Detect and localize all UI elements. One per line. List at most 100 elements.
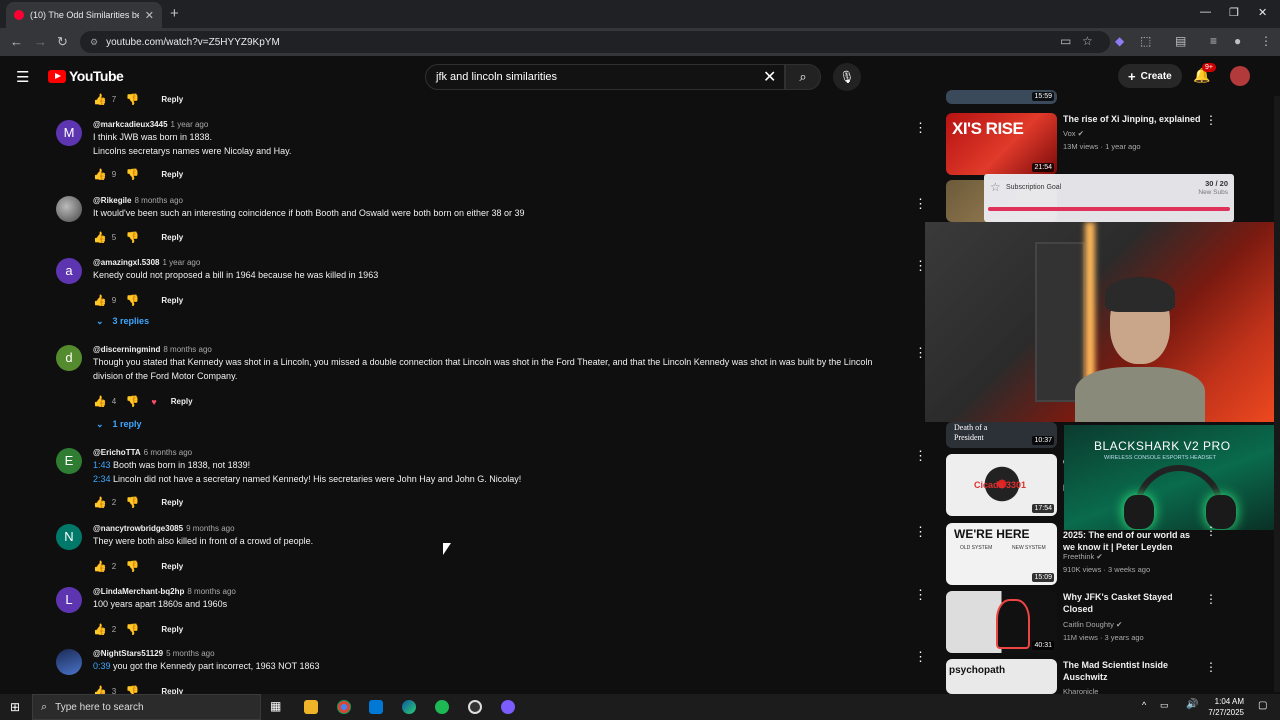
video-title[interactable]: 2025: The end of our world as we know it… xyxy=(1063,529,1203,553)
edge-icon[interactable] xyxy=(402,700,416,714)
comment-author[interactable]: @markcadieux3445 xyxy=(93,120,168,129)
dislike-icon[interactable]: 👎 xyxy=(126,623,140,636)
video-more-icon[interactable]: ⋮ xyxy=(1205,592,1217,606)
like-icon[interactable]: 👍 xyxy=(93,93,107,106)
reply-button[interactable]: Reply xyxy=(171,397,193,406)
reply-button[interactable]: Reply xyxy=(161,562,183,571)
create-button[interactable]: + Create xyxy=(1118,64,1182,88)
avatar[interactable] xyxy=(56,649,82,675)
browser-tab[interactable]: (10) The Odd Similarities betwe ✕ xyxy=(6,2,162,28)
page-scrollbar[interactable] xyxy=(1274,96,1280,692)
network-icon[interactable]: ▭ xyxy=(1160,700,1169,711)
video-thumbnail[interactable]: 40:31 xyxy=(946,591,1057,653)
avatar[interactable]: E xyxy=(56,448,82,474)
extensions-puzzle-icon[interactable]: ⬚ xyxy=(1140,34,1151,48)
forward-icon[interactable]: → xyxy=(34,34,47,49)
cast-icon[interactable]: ▭ xyxy=(1060,34,1071,48)
comment-time[interactable]: 1 year ago xyxy=(171,120,209,129)
like-icon[interactable]: 👍 xyxy=(93,623,107,636)
video-title[interactable]: The rise of Xi Jinping, explained xyxy=(1063,113,1203,125)
timestamp-link[interactable]: 2:34 xyxy=(93,474,111,484)
avatar[interactable]: N xyxy=(56,524,82,550)
volume-icon[interactable]: 🔊 xyxy=(1186,699,1198,710)
taskbar-clock[interactable]: 1:04 AM 7/27/2025 xyxy=(1204,696,1244,718)
comment-more-icon[interactable]: ⋮ xyxy=(914,524,927,540)
video-thumbnail[interactable]: WE'RE HERE OLD SYSTEM NEW SYSTEM 15:09 xyxy=(946,523,1057,585)
comment-time[interactable]: 9 months ago xyxy=(186,524,234,533)
video-thumbnail[interactable]: 15:59 xyxy=(946,90,1057,104)
voice-search-button[interactable]: 🎙 xyxy=(833,63,861,91)
view-replies-button[interactable]: ⌄ 1 reply xyxy=(96,419,142,430)
task-view-icon[interactable]: ▦ xyxy=(270,699,281,713)
video-more-icon[interactable]: ⋮ xyxy=(1205,660,1217,674)
like-icon[interactable]: 👍 xyxy=(93,395,107,408)
dislike-icon[interactable]: 👎 xyxy=(126,395,140,408)
file-explorer-icon[interactable] xyxy=(304,700,318,714)
avatar[interactable]: d xyxy=(56,345,82,371)
comment-time[interactable]: 8 months ago xyxy=(187,587,235,596)
reload-icon[interactable]: ↻ xyxy=(57,34,68,50)
extension-icon[interactable]: ◆ xyxy=(1115,34,1124,48)
video-title[interactable]: The Mad Scientist Inside Auschwitz xyxy=(1063,659,1203,683)
obs-icon[interactable] xyxy=(468,700,482,714)
site-info-icon[interactable]: ⚙ xyxy=(90,37,98,48)
reply-button[interactable]: Reply xyxy=(161,170,183,179)
comment-more-icon[interactable]: ⋮ xyxy=(914,587,927,603)
dislike-icon[interactable]: 👎 xyxy=(126,496,140,509)
spotify-icon[interactable] xyxy=(435,700,449,714)
hamburger-menu-icon[interactable]: ☰ xyxy=(16,68,29,86)
comment-time[interactable]: 6 months ago xyxy=(144,448,192,457)
comment-more-icon[interactable]: ⋮ xyxy=(914,196,927,212)
video-title[interactable]: Why JFK's Casket Stayed Closed xyxy=(1063,591,1203,615)
video-thumbnail[interactable]: Cicada 3301 17:54 xyxy=(946,454,1057,516)
taskbar-search-input[interactable]: ⌕ Type here to search xyxy=(32,694,261,720)
comment-time[interactable]: 1 year ago xyxy=(163,258,201,267)
reply-button[interactable]: Reply xyxy=(161,233,183,242)
search-input[interactable]: jfk and lincoln similarities xyxy=(425,64,785,90)
bookmark-star-icon[interactable]: ☆ xyxy=(1082,34,1093,48)
url-field[interactable]: ⚙ youtube.com/watch?v=Z5HYYZ9KpYM xyxy=(80,31,1110,53)
video-thumbnail[interactable]: XI'S RISE 21:54 xyxy=(946,113,1057,175)
sidebar-icon[interactable]: ▤ xyxy=(1175,34,1186,48)
comment-author[interactable]: @LindaMerchant-bq2hp xyxy=(93,587,184,596)
dislike-icon[interactable]: 👎 xyxy=(126,294,140,307)
account-avatar[interactable] xyxy=(1230,66,1250,86)
reply-button[interactable]: Reply xyxy=(161,296,183,305)
comment-author[interactable]: @discerningmind xyxy=(93,345,160,354)
comment-author[interactable]: @Rikegile xyxy=(93,196,131,205)
comment-time[interactable]: 8 months ago xyxy=(163,345,211,354)
like-icon[interactable]: 👍 xyxy=(93,496,107,509)
avatar[interactable]: M xyxy=(56,120,82,146)
dislike-icon[interactable]: 👎 xyxy=(126,93,140,106)
back-icon[interactable]: ← xyxy=(10,34,23,49)
reply-button[interactable]: Reply xyxy=(161,625,183,634)
new-tab-icon[interactable]: + xyxy=(170,5,179,22)
chrome-icon[interactable] xyxy=(337,700,351,714)
video-channel[interactable]: Kharonicle xyxy=(1063,686,1098,694)
minimize-icon[interactable]: — xyxy=(1200,6,1211,18)
comment-author[interactable]: @ErichoTTA xyxy=(93,448,141,457)
comment-author[interactable]: @nancytrowbridge3085 xyxy=(93,524,183,533)
windows-start-icon[interactable]: ⊞ xyxy=(10,700,20,714)
like-icon[interactable]: 👍 xyxy=(93,231,107,244)
comment-author[interactable]: @NightStars51129 xyxy=(93,649,163,658)
video-thumbnail[interactable]: Death of a President 10:37 xyxy=(946,422,1057,448)
timestamp-link[interactable]: 0:39 xyxy=(93,661,111,671)
video-thumbnail[interactable]: psychopath xyxy=(946,659,1057,694)
browser-menu-icon[interactable]: ⋮ xyxy=(1260,34,1272,48)
tray-chevron-icon[interactable]: ^ xyxy=(1142,700,1146,710)
video-channel[interactable]: Caitlin Doughty ✔ xyxy=(1063,619,1122,631)
close-tab-icon[interactable]: ✕ xyxy=(145,9,154,22)
dislike-icon[interactable]: 👎 xyxy=(126,168,140,181)
profile-icon[interactable]: ● xyxy=(1234,34,1241,48)
timestamp-link[interactable]: 1:43 xyxy=(93,460,111,470)
like-icon[interactable]: 👍 xyxy=(93,294,107,307)
avatar[interactable] xyxy=(56,196,82,222)
restore-icon[interactable]: ❐ xyxy=(1229,6,1239,19)
avatar[interactable]: L xyxy=(56,587,82,613)
youtube-logo[interactable]: YouTube xyxy=(48,68,124,84)
comment-more-icon[interactable]: ⋮ xyxy=(914,649,927,665)
video-channel[interactable]: Vox ✔ xyxy=(1063,128,1084,140)
mail-icon[interactable] xyxy=(369,700,383,714)
video-more-icon[interactable]: ⋮ xyxy=(1205,524,1217,538)
